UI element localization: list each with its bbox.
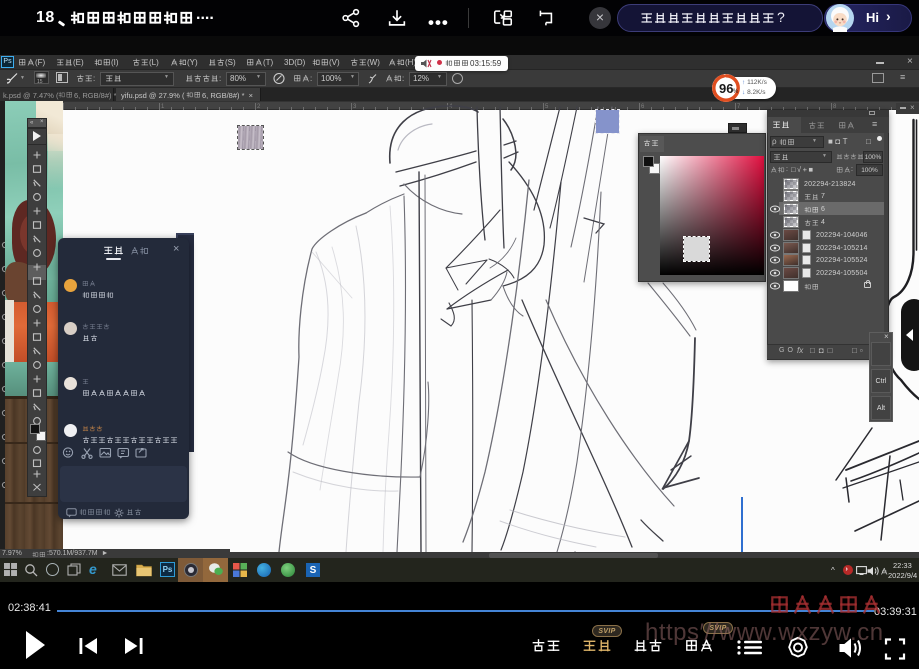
svg-text:%: % <box>733 89 739 95</box>
svg-text:96: 96 <box>719 81 733 96</box>
